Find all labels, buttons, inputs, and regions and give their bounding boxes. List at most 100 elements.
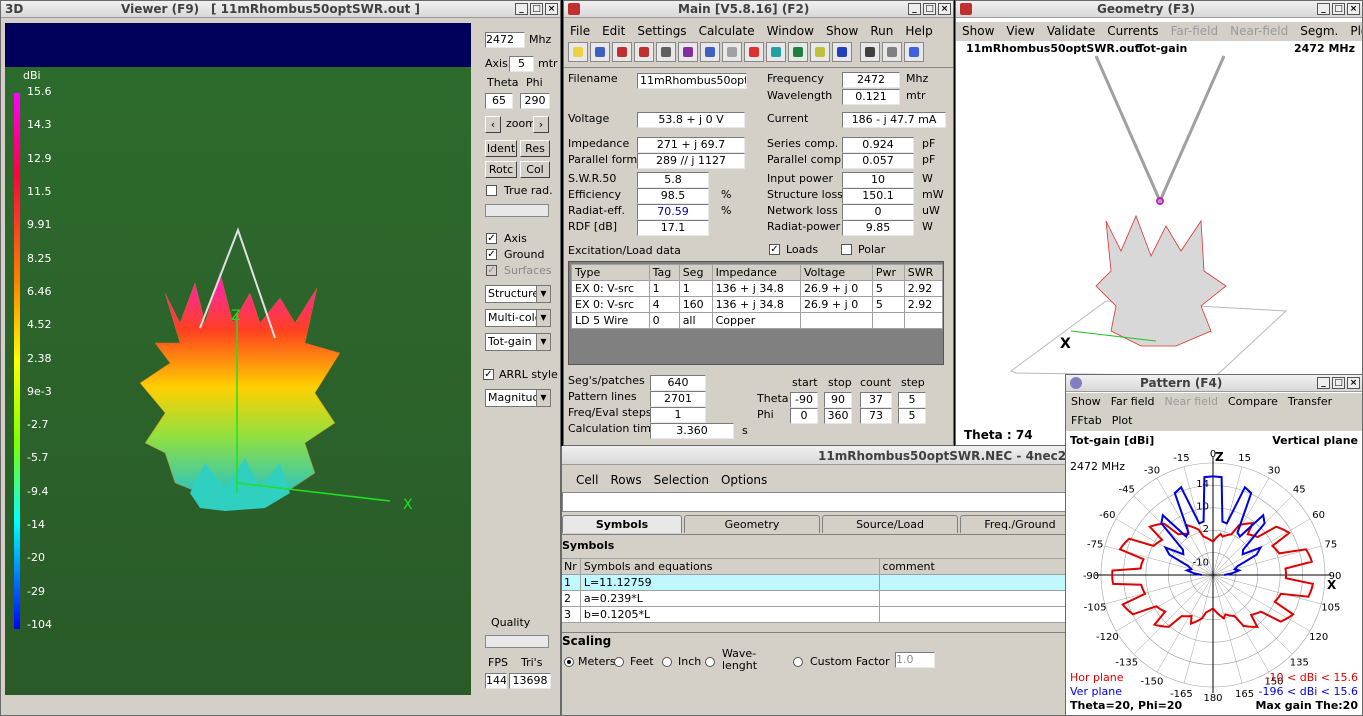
- tab-symbols[interactable]: Symbols: [562, 515, 682, 533]
- tab-geometry[interactable]: Geometry: [684, 515, 820, 533]
- maximize-icon[interactable]: □: [1332, 377, 1345, 389]
- gain-dropdown[interactable]: Tot-gain ▼: [485, 333, 551, 351]
- open-icon[interactable]: [568, 42, 588, 62]
- symbols-cell[interactable]: [878, 590, 1070, 607]
- minimize-icon[interactable]: _: [1317, 377, 1330, 389]
- symbols-cell[interactable]: b=0.1205*L: [579, 606, 880, 623]
- polar-checkbox[interactable]: [841, 244, 852, 255]
- custom-radio[interactable]: [793, 657, 803, 667]
- symbols-row[interactable]: 2 a=0.239*L: [562, 590, 1070, 607]
- pattern-menu-transfer[interactable]: Transfer: [1283, 393, 1337, 412]
- main-menu-calculate[interactable]: Calculate: [693, 22, 761, 40]
- 3d-viewer-icon[interactable]: [634, 42, 654, 62]
- loads-checkbox[interactable]: ✓: [769, 244, 780, 255]
- line-chart-icon[interactable]: [788, 42, 808, 62]
- calc-icon[interactable]: [700, 42, 720, 62]
- geometry-menu-view[interactable]: View: [1000, 22, 1040, 41]
- zoom-in-button[interactable]: ›: [533, 116, 549, 133]
- editor-menu-options[interactable]: Options: [715, 471, 773, 489]
- surfaces-checkbox[interactable]: ✓: [486, 265, 497, 276]
- res-button[interactable]: Res: [520, 140, 550, 157]
- pattern-menu-far-field[interactable]: Far field: [1106, 393, 1160, 412]
- symbols-cell[interactable]: 2: [562, 590, 581, 607]
- theta-field[interactable]: 65: [485, 93, 513, 109]
- phi-stop-field[interactable]: 360: [824, 408, 852, 424]
- main-title-bar[interactable]: Main [V5.8.16] (F2) _ □ ×: [564, 1, 953, 18]
- main-menu-window[interactable]: Window: [761, 22, 820, 40]
- editor-menu-selection[interactable]: Selection: [648, 471, 715, 489]
- axis-field[interactable]: 5: [509, 56, 534, 72]
- close-icon[interactable]: ×: [1347, 3, 1360, 15]
- gauge-icon[interactable]: [810, 42, 830, 62]
- minimize-icon[interactable]: _: [1317, 3, 1330, 15]
- smith-icon[interactable]: [766, 42, 786, 62]
- quality-slider[interactable]: [485, 635, 549, 648]
- book-icon[interactable]: [882, 42, 902, 62]
- meters-radio[interactable]: [564, 657, 574, 667]
- axis-checkbox[interactable]: ✓: [486, 233, 497, 244]
- symbols-cell[interactable]: 1: [562, 574, 581, 591]
- pattern-menu-near-field[interactable]: Near field: [1160, 393, 1224, 412]
- geometry-menu-segm-[interactable]: Segm.: [1294, 22, 1344, 41]
- pattern-menu-compare[interactable]: Compare: [1223, 393, 1283, 412]
- theta-stop-field[interactable]: 90: [824, 392, 852, 408]
- main-menu-settings[interactable]: Settings: [631, 22, 692, 40]
- symbols-cell[interactable]: 3: [562, 606, 581, 623]
- symbols-cell[interactable]: a=0.239*L: [579, 590, 880, 607]
- close-icon[interactable]: ×: [545, 3, 558, 15]
- structure-dropdown[interactable]: Structure ▼: [485, 285, 551, 303]
- viewer-canvas[interactable]: Z X dBi 15.6 14.3 12.9 11.5 9.91 8.25 6.46 4.52…: [5, 23, 471, 695]
- symbols-cell[interactable]: [878, 574, 1070, 591]
- pattern-title-bar[interactable]: Pattern (F4) _ □ ×: [1066, 375, 1362, 392]
- ident-button[interactable]: Ident: [485, 140, 517, 157]
- geometry-menu-far-field[interactable]: Far-field: [1165, 22, 1225, 41]
- pattern-icon[interactable]: [722, 42, 742, 62]
- main-menu-file[interactable]: File: [564, 22, 596, 40]
- symbols-cell[interactable]: L=11.12759: [579, 574, 880, 591]
- theta-step-field[interactable]: 5: [898, 392, 926, 408]
- theta-start-field[interactable]: -90: [790, 392, 818, 408]
- help-icon[interactable]: [904, 42, 924, 62]
- main-menu-run[interactable]: Run: [864, 22, 899, 40]
- maximize-icon[interactable]: □: [530, 3, 543, 15]
- pattern-menu-fftab[interactable]: FFtab: [1066, 412, 1107, 431]
- optimizer-icon[interactable]: [744, 42, 764, 62]
- main-menu-show[interactable]: Show: [820, 22, 864, 40]
- symbols-cell[interactable]: [878, 606, 1070, 623]
- ratio-icon[interactable]: [860, 42, 880, 62]
- 3d-icon[interactable]: [656, 42, 676, 62]
- minimize-icon[interactable]: _: [515, 3, 528, 15]
- editor-menu-rows[interactable]: Rows: [604, 471, 647, 489]
- polar-plot[interactable]: 0 153045607590105120135150165180-165-150-…: [1066, 431, 1363, 711]
- geometry-menu-validate[interactable]: Validate: [1041, 22, 1101, 41]
- factor-field[interactable]: 1.0: [895, 652, 935, 668]
- color-dropdown[interactable]: Multi-colo ▼: [485, 309, 551, 327]
- phi-field[interactable]: 290: [520, 93, 550, 109]
- close-icon[interactable]: ×: [938, 3, 951, 15]
- pattern-menu-plot[interactable]: Plot: [1107, 412, 1138, 431]
- true-rad-checkbox[interactable]: [486, 185, 497, 196]
- table-row[interactable]: EX 0: V-src 4 160 136 + j 34.8 26.9 + j 0 5 2.…: [571, 296, 944, 313]
- feet-radio[interactable]: [614, 657, 624, 667]
- phi-step-field[interactable]: 5: [898, 408, 926, 424]
- viewer-scrollbar[interactable]: [485, 204, 549, 217]
- symbols-row[interactable]: 1 L=11.12759: [562, 574, 1070, 591]
- maximize-icon[interactable]: □: [923, 3, 936, 15]
- swr-icon[interactable]: [832, 42, 852, 62]
- editor-menu-cell[interactable]: Cell: [570, 471, 604, 489]
- inch-radio[interactable]: [662, 657, 672, 667]
- main-menu-edit[interactable]: Edit: [596, 22, 631, 40]
- main-menu-help[interactable]: Help: [899, 22, 938, 40]
- editor-input-bar[interactable]: [562, 492, 1070, 512]
- geometry-menu-plot[interactable]: Plot: [1344, 22, 1362, 41]
- geometry-menu-show[interactable]: Show: [956, 22, 1000, 41]
- minimize-icon[interactable]: _: [908, 3, 921, 15]
- close-icon[interactable]: ×: [1347, 377, 1360, 389]
- tab-freq-ground[interactable]: Freq./Ground: [960, 515, 1070, 533]
- save-icon[interactable]: [590, 42, 610, 62]
- maximize-icon[interactable]: □: [1332, 3, 1345, 15]
- table-row[interactable]: EX 0: V-src 1 1 136 + j 34.8 26.9 + j 0 5 2.92: [571, 280, 944, 297]
- col-button[interactable]: Col: [520, 161, 550, 178]
- symbols-row[interactable]: 3 b=0.1205*L: [562, 606, 1070, 623]
- phi-count-field[interactable]: 73: [860, 408, 892, 424]
